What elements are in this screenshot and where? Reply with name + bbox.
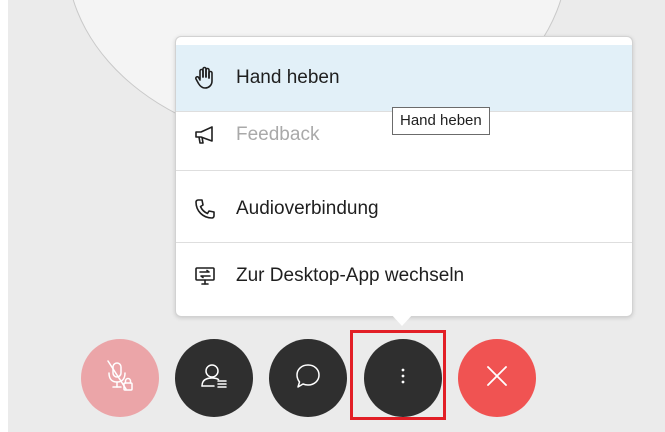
participants-button[interactable] (175, 339, 253, 417)
desktop-app-icon (192, 263, 218, 289)
menu-item-label: Audioverbindung (236, 198, 379, 219)
menu-pointer (390, 313, 414, 326)
chat-button[interactable] (269, 339, 347, 417)
mute-button[interactable] (81, 339, 159, 417)
leave-meeting-button[interactable] (458, 339, 536, 417)
microphone-muted-locked-icon (104, 359, 136, 398)
menu-item-label: Feedback (236, 124, 320, 145)
more-options-menu: Hand heben Feedback Audioverbindung Zur … (175, 36, 633, 317)
close-icon (485, 364, 509, 393)
participants-icon (199, 361, 229, 396)
selection-highlight-box (350, 330, 446, 420)
menu-item-audio-connection[interactable]: Audioverbindung (176, 176, 632, 242)
menu-divider (176, 170, 632, 171)
phone-icon (192, 196, 218, 222)
meeting-stage: Hand heben Feedback Audioverbindung Zur … (8, 0, 665, 432)
megaphone-icon (192, 122, 218, 148)
menu-item-label: Hand heben (236, 67, 340, 88)
menu-item-label: Zur Desktop-App wechseln (236, 265, 465, 286)
hand-icon (192, 65, 218, 91)
chat-bubble-icon (294, 362, 322, 395)
menu-item-switch-desktop-app[interactable]: Zur Desktop-App wechseln (176, 243, 632, 309)
tooltip: Hand heben (392, 107, 490, 135)
